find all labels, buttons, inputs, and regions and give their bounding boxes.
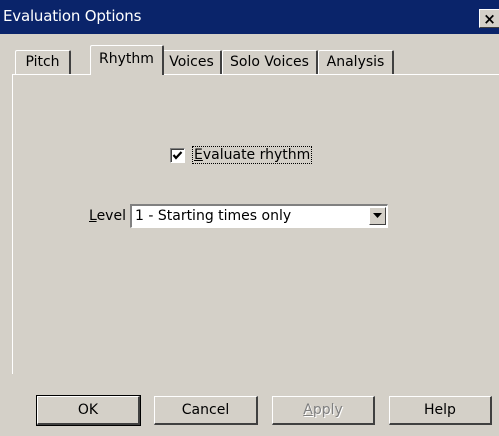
close-button[interactable]: × <box>479 9 499 28</box>
button-label: pply <box>312 402 343 418</box>
evaluate-rhythm-checkbox[interactable] <box>170 148 185 163</box>
level-label: Level <box>89 208 126 224</box>
level-selected-value: 1 - Starting times only <box>135 208 292 224</box>
tab-label: Voices <box>169 54 214 70</box>
button-label: OK <box>77 402 99 418</box>
mnemonic-letter: L <box>89 208 97 224</box>
help-button[interactable]: Help <box>389 396 492 425</box>
dropdown-button[interactable] <box>369 207 386 225</box>
evaluate-rhythm-label[interactable]: Evaluate rhythm <box>191 146 313 164</box>
tab-label: Analysis <box>326 54 385 70</box>
button-label: Cancel <box>181 402 230 418</box>
tab-label: Pitch <box>25 54 60 70</box>
cancel-button[interactable]: Cancel <box>154 396 258 425</box>
tab-solo-voices[interactable]: Solo Voices <box>222 50 318 74</box>
checkmark-icon <box>172 151 183 160</box>
tab-label: Rhythm <box>99 51 154 67</box>
tab-analysis[interactable]: Analysis <box>318 50 394 74</box>
tab-voices[interactable]: Voices <box>162 50 222 74</box>
button-label: Help <box>424 402 456 418</box>
tab-label: Solo Voices <box>230 54 309 70</box>
close-icon: × <box>483 10 496 28</box>
level-dropdown[interactable]: 1 - Starting times only <box>130 204 388 228</box>
mnemonic-letter: A <box>303 402 313 418</box>
tab-pitch[interactable]: Pitch <box>15 50 71 74</box>
mnemonic-letter: E <box>194 147 203 163</box>
label-text: valuate rhythm <box>202 147 311 163</box>
label-text: evel <box>96 208 126 224</box>
apply-button[interactable]: Apply <box>272 396 375 425</box>
ok-button[interactable]: OK <box>36 395 141 426</box>
title-bar: Evaluation Options × <box>0 0 499 34</box>
window-title: Evaluation Options <box>3 7 142 25</box>
tab-rhythm[interactable]: Rhythm <box>90 45 164 75</box>
chevron-down-icon <box>373 213 382 218</box>
